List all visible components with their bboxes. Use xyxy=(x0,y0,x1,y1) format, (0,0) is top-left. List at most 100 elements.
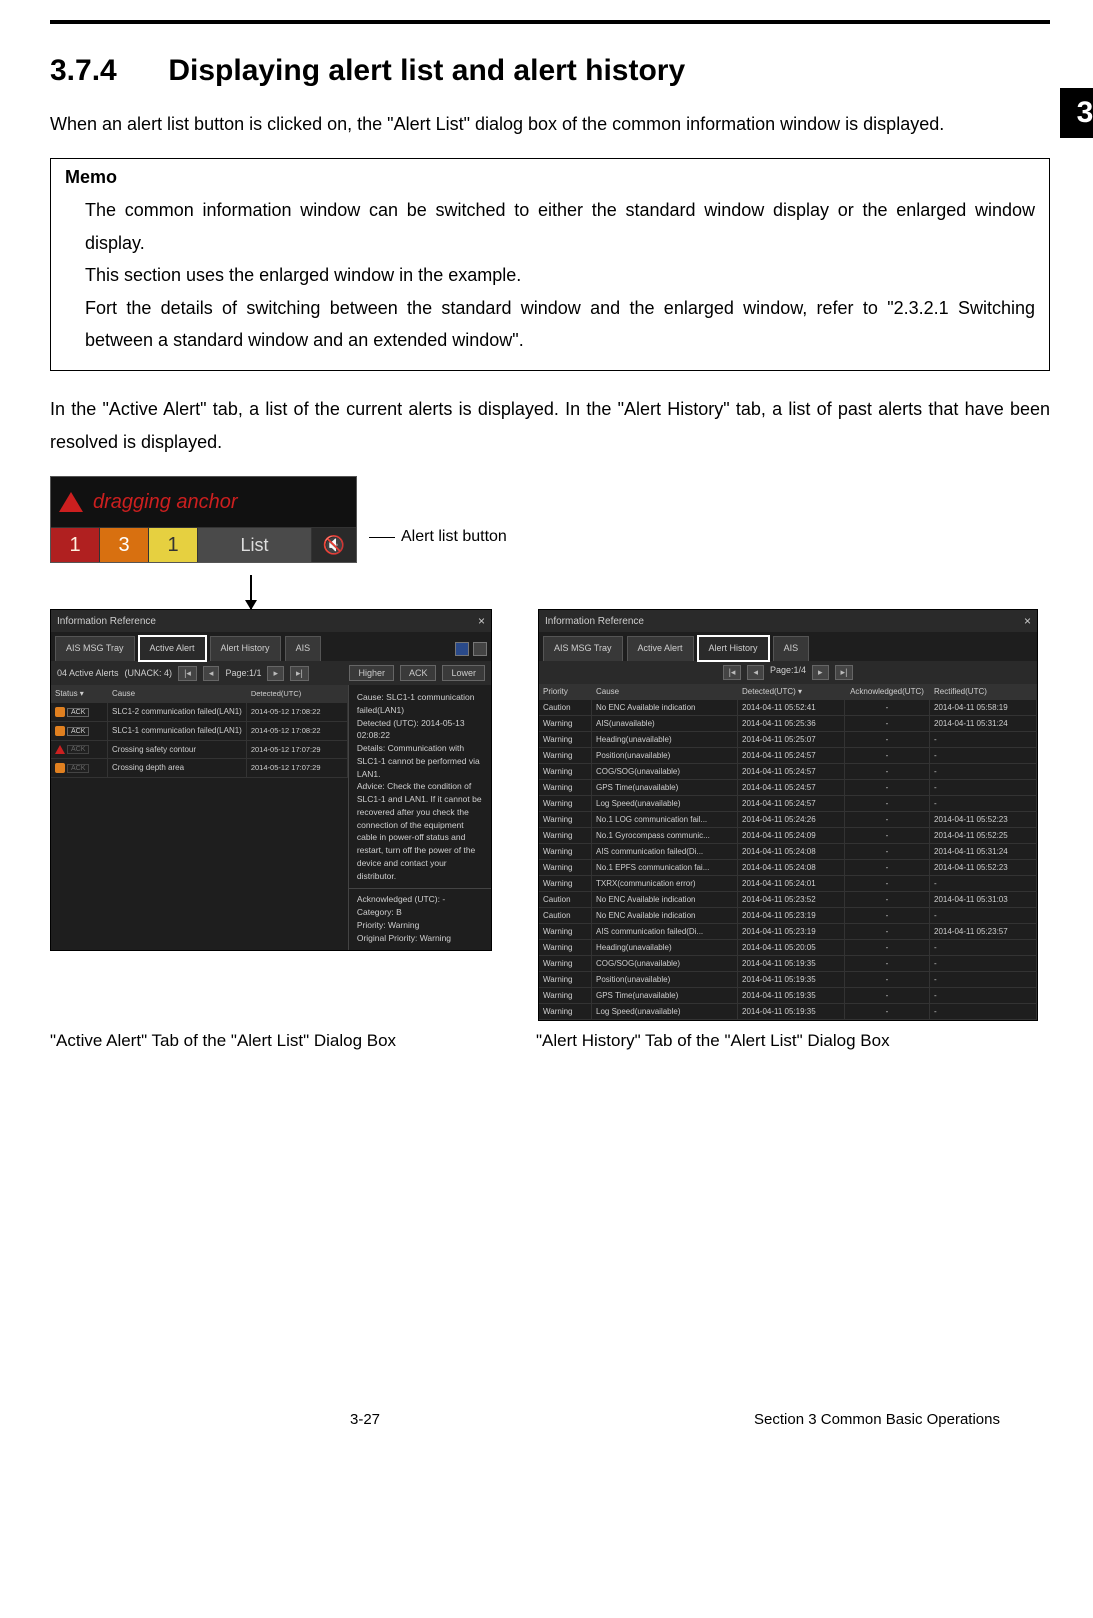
ack-chip[interactable]: ACK xyxy=(67,708,89,717)
col-priority[interactable]: Priority xyxy=(539,684,592,699)
callout-line xyxy=(369,537,395,538)
table-row[interactable]: WarningPosition(unavailable)2014-04-11 0… xyxy=(539,972,1037,988)
active-alert-table: Status ▾ Cause Detected(UTC) ACK SLC1-2 … xyxy=(51,685,349,950)
ack-chip[interactable]: ACK xyxy=(67,745,89,754)
table-row[interactable]: WarningNo.1 LOG communication fail...201… xyxy=(539,812,1037,828)
arrow-down-icon xyxy=(250,575,252,609)
intro-paragraph: When an alert list button is clicked on,… xyxy=(50,108,1050,140)
table-row[interactable]: WarningLog Speed(unavailable)2014-04-11 … xyxy=(539,1004,1037,1020)
close-icon[interactable]: × xyxy=(1024,614,1031,628)
tab-active-alert[interactable]: Active Alert xyxy=(139,636,206,661)
tab-ais[interactable]: AIS xyxy=(285,636,322,661)
memo-title: Memo xyxy=(65,167,1035,188)
table-row[interactable]: ACK Crossing depth area 2014-05-12 17:07… xyxy=(51,759,348,778)
alert-list-button[interactable]: List xyxy=(198,528,312,562)
page-prev-button[interactable]: ◂ xyxy=(747,665,764,680)
heading-text: Displaying alert list and alert history xyxy=(168,54,685,87)
top-rule xyxy=(50,20,1050,24)
dialog-title: Information Reference xyxy=(57,616,156,627)
active-alert-dialog: Information Reference × AIS MSG Tray Act… xyxy=(50,609,492,951)
table-row[interactable]: ACK SLC1-2 communication failed(LAN1) 20… xyxy=(51,703,348,722)
footer-page-number: 3-27 xyxy=(350,1411,380,1428)
alert-bar-top: dragging anchor xyxy=(51,477,356,527)
page-last-button[interactable]: ▸| xyxy=(835,665,854,680)
history-rows-container: CautionNo ENC Available indication2014-0… xyxy=(539,700,1037,1020)
tab-ais-msg-tray[interactable]: AIS MSG Tray xyxy=(55,636,135,661)
table-row[interactable]: ACK SLC1-1 communication failed(LAN1) 20… xyxy=(51,722,348,741)
alarm-count-orange[interactable]: 3 xyxy=(100,528,149,562)
close-icon[interactable]: × xyxy=(478,614,485,628)
table-row[interactable]: WarningCOG/SOG(unavailable)2014-04-11 05… xyxy=(539,956,1037,972)
page-first-button[interactable]: |◂ xyxy=(178,666,197,681)
alarm-triangle-icon xyxy=(59,492,83,512)
footer-section: Section 3 Common Basic Operations xyxy=(754,1411,1000,1428)
higher-button[interactable]: Higher xyxy=(349,665,394,681)
table-row[interactable]: WarningNo.1 EPFS communication fai...201… xyxy=(539,860,1037,876)
page-prev-button[interactable]: ◂ xyxy=(203,666,220,681)
col-rectified[interactable]: Rectified(UTC) xyxy=(930,684,1037,699)
memo-box: Memo The common information window can b… xyxy=(50,158,1050,371)
tab-ais[interactable]: AIS xyxy=(773,636,810,661)
table-row[interactable]: WarningGPS Time(unavailable)2014-04-11 0… xyxy=(539,780,1037,796)
table-row[interactable]: WarningNo.1 Gyrocompass communic...2014-… xyxy=(539,828,1037,844)
table-row[interactable]: WarningAIS communication failed(Di...201… xyxy=(539,844,1037,860)
page-next-button[interactable]: ▸ xyxy=(267,666,284,681)
alert-detail-pane: Cause: SLC1-1 communication failed(LAN1)… xyxy=(349,685,491,950)
col-detected[interactable]: Detected(UTC) ▾ xyxy=(738,684,845,699)
alarm-count-yellow[interactable]: 1 xyxy=(149,528,198,562)
table-row[interactable]: WarningHeading(unavailable)2014-04-11 05… xyxy=(539,940,1037,956)
window-mode-icon[interactable] xyxy=(455,642,469,656)
unack-count: (UNACK: 4) xyxy=(125,668,173,678)
table-row[interactable]: WarningPosition(unavailable)2014-04-11 0… xyxy=(539,748,1037,764)
table-row[interactable]: WarningLog Speed(unavailable)2014-04-11 … xyxy=(539,796,1037,812)
active-alerts-count: 04 Active Alerts xyxy=(57,668,119,678)
alarm-count-red[interactable]: 1 xyxy=(51,528,100,562)
table-row[interactable]: CautionNo ENC Available indication2014-0… xyxy=(539,700,1037,716)
col-detected[interactable]: Detected(UTC) xyxy=(247,685,348,702)
paragraph-2: In the "Active Alert" tab, a list of the… xyxy=(50,393,1050,458)
table-row[interactable]: WarningTXRX(communication error)2014-04-… xyxy=(539,876,1037,892)
mute-speaker-icon[interactable]: 🔇 xyxy=(312,528,356,562)
alarm-icon xyxy=(55,745,65,754)
table-row[interactable]: WarningCOG/SOG(unavailable)2014-04-11 05… xyxy=(539,764,1037,780)
callout-text: Alert list button xyxy=(401,528,507,546)
page-last-button[interactable]: ▸| xyxy=(290,666,309,681)
dragging-anchor-text: dragging anchor xyxy=(93,491,238,514)
table-row[interactable]: ACK Crossing safety contour 2014-05-12 1… xyxy=(51,741,348,759)
table-row[interactable]: WarningHeading(unavailable)2014-04-11 05… xyxy=(539,732,1037,748)
alert-history-dialog: Information Reference × AIS MSG Tray Act… xyxy=(538,609,1038,1021)
tab-active-alert[interactable]: Active Alert xyxy=(627,636,694,661)
table-row[interactable]: CautionNo ENC Available indication2014-0… xyxy=(539,908,1037,924)
col-cause[interactable]: Cause xyxy=(592,684,738,699)
tab-ais-msg-tray[interactable]: AIS MSG Tray xyxy=(543,636,623,661)
caption-active-alert: "Active Alert" Tab of the "Alert List" D… xyxy=(50,1031,490,1051)
page-indicator: Page:1/4 xyxy=(770,665,806,680)
col-cause[interactable]: Cause xyxy=(108,685,247,702)
section-heading: 3.7.4 Displaying alert list and alert hi… xyxy=(50,54,1050,88)
col-status[interactable]: Status ▾ xyxy=(51,685,108,702)
table-row[interactable]: WarningAIS communication failed(Di...201… xyxy=(539,924,1037,940)
memo-line-1: The common information window can be swi… xyxy=(85,194,1035,259)
ack-chip[interactable]: ACK xyxy=(67,727,89,736)
tab-alert-history[interactable]: Alert History xyxy=(210,636,281,661)
caption-alert-history: "Alert History" Tab of the "Alert List" … xyxy=(536,1031,1034,1051)
dialog-title: Information Reference xyxy=(545,616,644,627)
warning-icon xyxy=(55,726,65,736)
chapter-tab: 3 xyxy=(1060,88,1093,138)
heading-number: 3.7.4 xyxy=(50,54,160,88)
table-row[interactable]: WarningGPS Time(unavailable)2014-04-11 0… xyxy=(539,988,1037,1004)
ack-chip[interactable]: ACK xyxy=(67,764,89,773)
tab-alert-history[interactable]: Alert History xyxy=(698,636,769,661)
table-row[interactable]: WarningAIS(unavailable)2014-04-11 05:25:… xyxy=(539,716,1037,732)
alert-list-button-callout: Alert list button xyxy=(369,528,507,546)
window-mode-icon-2[interactable] xyxy=(473,642,487,656)
ack-button[interactable]: ACK xyxy=(400,665,437,681)
warning-icon xyxy=(55,707,65,717)
lower-button[interactable]: Lower xyxy=(442,665,485,681)
page-first-button[interactable]: |◂ xyxy=(723,665,742,680)
alert-bar: dragging anchor 1 3 1 List 🔇 xyxy=(50,476,357,563)
page-indicator: Page:1/1 xyxy=(225,668,261,678)
col-acknowledged[interactable]: Acknowledged(UTC) xyxy=(845,684,930,699)
page-next-button[interactable]: ▸ xyxy=(812,665,829,680)
table-row[interactable]: CautionNo ENC Available indication2014-0… xyxy=(539,892,1037,908)
